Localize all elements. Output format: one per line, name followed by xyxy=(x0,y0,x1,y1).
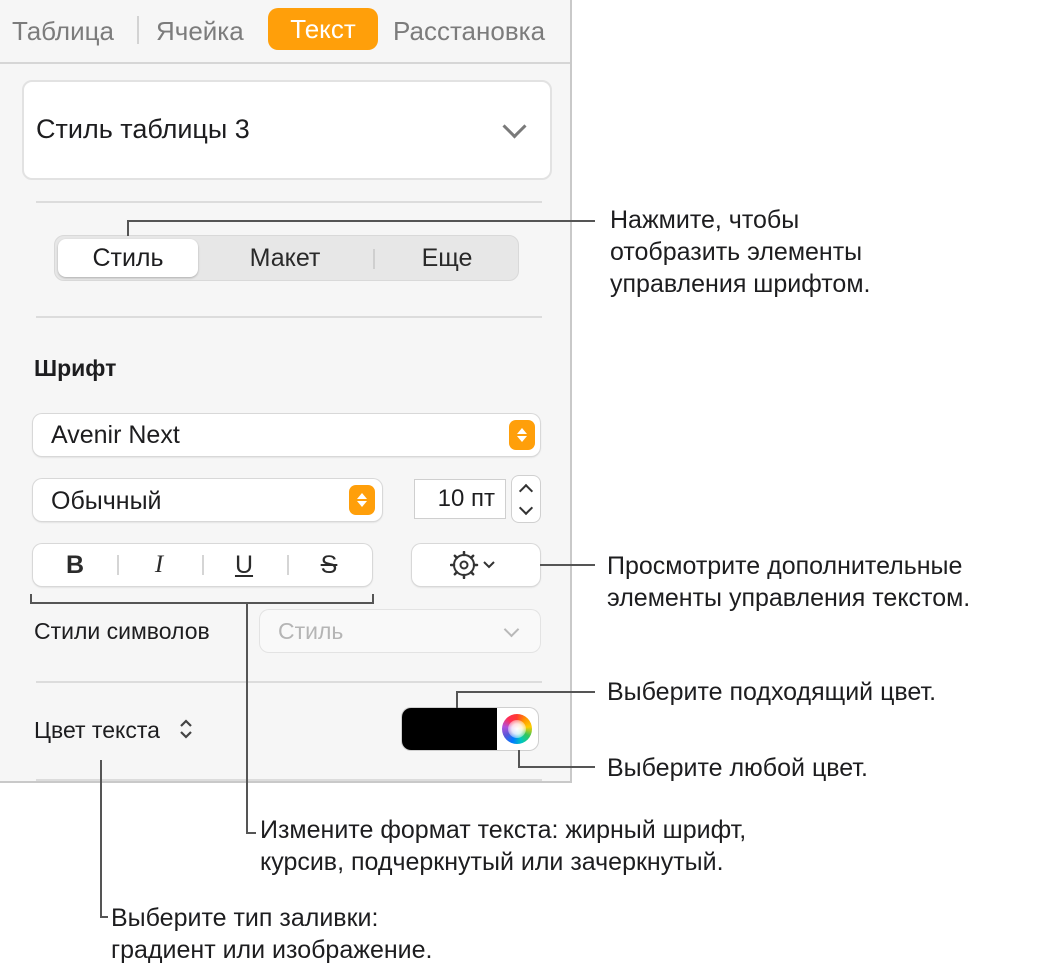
up-down-arrows-icon xyxy=(509,420,535,450)
callout-line-text: Нажмите, чтобы xyxy=(610,206,800,234)
callout-line xyxy=(100,760,102,918)
callout-line-text: градиент или изображение. xyxy=(111,936,433,964)
callout-fill: Выберите тип заливки: градиент или изобр… xyxy=(111,902,432,966)
callout-line xyxy=(246,832,256,834)
format-bracket xyxy=(30,594,374,604)
char-styles-label: Стили символов xyxy=(34,618,210,644)
section-divider xyxy=(36,779,542,781)
callout-line-text: Измените формат текста: жирный шрифт, xyxy=(260,816,747,844)
callout-line-text: Выберите любой цвет. xyxy=(607,754,868,782)
text-format-buttons: B I U S xyxy=(33,544,372,586)
advanced-options-button[interactable] xyxy=(412,544,540,586)
callout-line xyxy=(540,564,595,566)
table-style-selector[interactable]: Стиль таблицы 3 xyxy=(22,80,552,180)
up-down-arrows-icon xyxy=(349,485,375,515)
callout-line xyxy=(100,916,108,918)
text-color-label: Цвет текста xyxy=(34,717,160,743)
tab-text[interactable]: Текст xyxy=(268,8,378,50)
up-down-chevron-icon xyxy=(180,719,193,739)
callout-line xyxy=(456,691,458,708)
italic-button[interactable]: I xyxy=(117,544,201,586)
segment-more[interactable]: Еще xyxy=(377,239,517,277)
callout-line xyxy=(127,220,595,222)
callout-line xyxy=(456,691,595,693)
callout-line xyxy=(246,604,248,834)
callout-line-text: Просмотрите дополнительные xyxy=(607,552,963,580)
strikethrough-button[interactable]: S xyxy=(287,544,371,586)
font-size-stepper[interactable] xyxy=(512,476,540,522)
callout-line-text: курсив, подчеркнутый или зачеркнутый. xyxy=(260,848,724,876)
typeface-popup[interactable]: Обычный xyxy=(33,479,382,521)
segment-style[interactable]: Стиль xyxy=(58,239,198,277)
callout-line xyxy=(518,766,595,768)
color-well xyxy=(402,708,538,750)
segment-separator xyxy=(373,249,375,269)
callout-gear: Просмотрите дополнительные элементы упра… xyxy=(607,550,970,614)
tab-arrange[interactable]: Расстановка xyxy=(393,12,545,50)
text-inspector-panel: Таблица Ячейка Текст Расстановка Стиль т… xyxy=(0,0,572,783)
tab-cell[interactable]: Ячейка xyxy=(156,12,244,50)
gear-icon xyxy=(450,551,495,579)
callout-line-text: управления шрифтом. xyxy=(610,270,871,298)
section-divider xyxy=(36,681,542,683)
callout-line-text: отобразить элементы xyxy=(610,238,863,266)
font-section-title: Шрифт xyxy=(34,355,117,381)
callout-wheel: Выберите любой цвет. xyxy=(607,752,868,784)
callout-line-text: элементы управления текстом. xyxy=(607,584,971,612)
segment-layout[interactable]: Макет xyxy=(205,239,365,277)
tab-separator xyxy=(137,16,139,44)
tabs-divider xyxy=(0,62,570,64)
table-style-name: Стиль таблицы 3 xyxy=(36,114,250,144)
tab-table[interactable]: Таблица xyxy=(12,12,114,50)
char-styles-placeholder: Стиль xyxy=(278,618,344,644)
section-divider xyxy=(36,316,542,318)
chevron-down-icon xyxy=(502,114,527,139)
style-layout-more-segmented: Стиль Макет Еще xyxy=(54,235,519,281)
font-size-field[interactable]: 10 пт xyxy=(414,479,506,519)
underline-button[interactable]: U xyxy=(202,544,286,586)
callout-line-text: Выберите подходящий цвет. xyxy=(607,678,937,706)
chevron-up-icon[interactable] xyxy=(512,476,540,499)
font-family-popup[interactable]: Avenir Next xyxy=(33,414,540,456)
chevron-down-icon[interactable] xyxy=(512,499,540,522)
callout-line xyxy=(127,220,129,236)
bold-button[interactable]: B xyxy=(33,544,117,586)
section-divider xyxy=(36,201,542,203)
callout-segmented: Нажмите, чтобы отобразить элементы управ… xyxy=(610,204,870,300)
callout-line-text: Выберите тип заливки: xyxy=(111,904,379,932)
callout-swatch: Выберите подходящий цвет. xyxy=(607,676,936,708)
chevron-down-icon xyxy=(503,621,520,638)
callout-format: Измените формат текста: жирный шрифт, ку… xyxy=(260,814,746,878)
color-wheel-icon[interactable] xyxy=(502,714,532,744)
char-styles-popup[interactable]: Стиль xyxy=(260,610,540,652)
typeface-value: Обычный xyxy=(51,487,162,515)
font-family-value: Avenir Next xyxy=(51,421,180,449)
color-swatch[interactable] xyxy=(402,708,497,750)
text-color-popup[interactable]: Цвет текста xyxy=(34,717,194,744)
